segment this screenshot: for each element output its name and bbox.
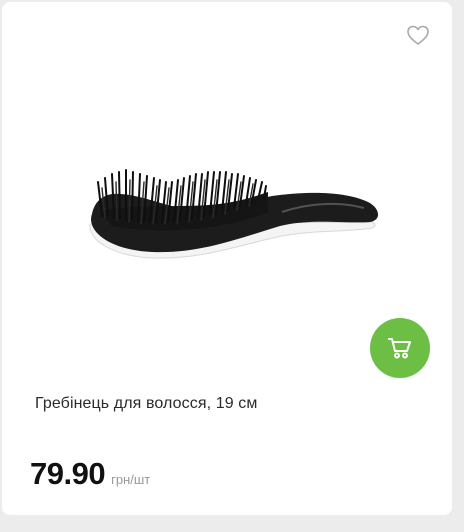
heart-icon	[407, 25, 429, 46]
hair-brush-image	[89, 169, 379, 259]
price-value: 79.90	[30, 456, 106, 491]
favorite-button[interactable]	[406, 24, 430, 46]
product-name[interactable]: Гребінець для волосся, 19 см	[35, 394, 257, 414]
product-image[interactable]	[72, 152, 392, 282]
product-price: 79.90 грн/шт	[30, 456, 150, 492]
cart-icon	[388, 338, 411, 359]
price-unit: грн/шт	[111, 472, 151, 487]
add-to-cart-button[interactable]	[370, 318, 430, 378]
product-card[interactable]: Гребінець для волосся, 19 см 79.90 грн/ш…	[2, 2, 452, 515]
